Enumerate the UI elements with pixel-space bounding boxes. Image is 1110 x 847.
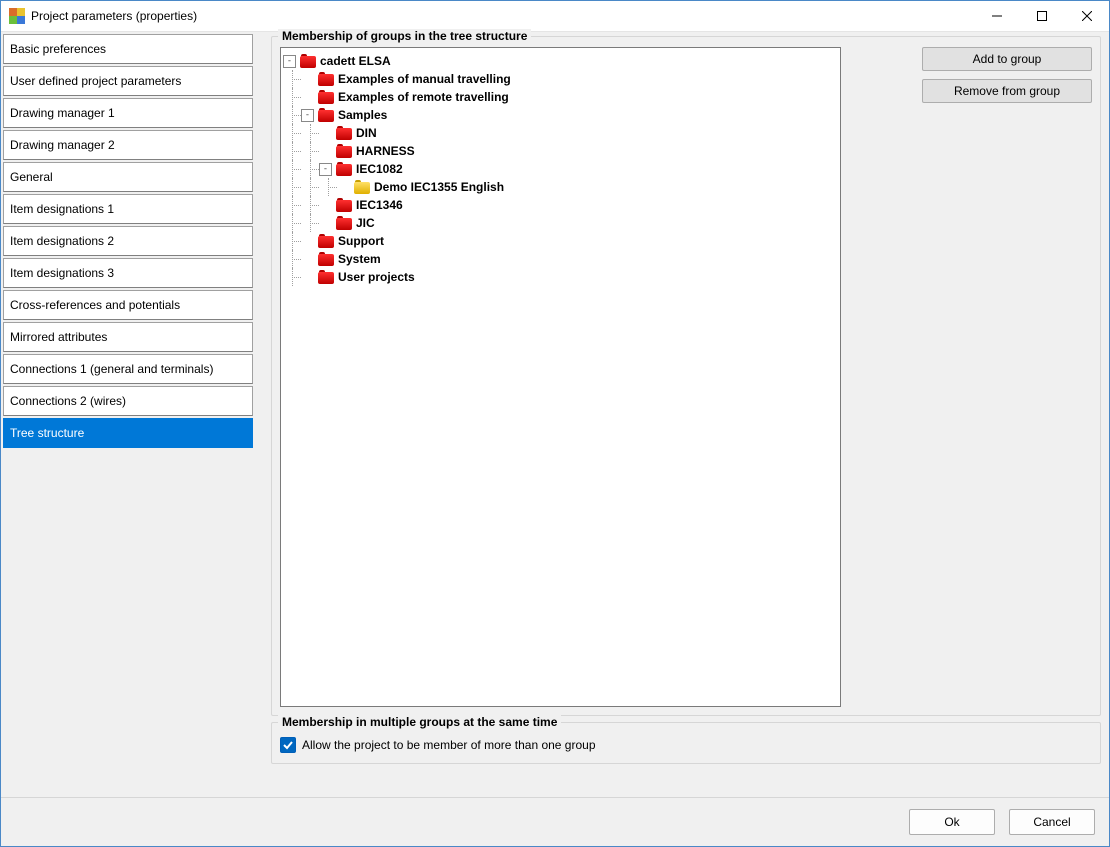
group-tree-membership: Membership of groups in the tree structu… xyxy=(271,36,1101,716)
allow-multi-checkbox[interactable] xyxy=(280,737,296,753)
folder-icon xyxy=(318,90,334,104)
collapse-icon[interactable]: - xyxy=(301,109,314,122)
app-icon xyxy=(9,8,25,24)
remove-from-group-button[interactable]: Remove from group xyxy=(922,79,1092,103)
main-panel: Membership of groups in the tree structu… xyxy=(255,32,1109,797)
tree-label: User projects xyxy=(338,270,415,284)
tree-label: IEC1346 xyxy=(356,198,403,212)
close-button[interactable] xyxy=(1064,1,1109,31)
folder-icon xyxy=(336,198,352,212)
collapse-icon[interactable]: - xyxy=(319,163,332,176)
folder-icon xyxy=(336,162,352,176)
tree-row[interactable]: Examples of remote travelling xyxy=(283,88,838,106)
title-bar: Project parameters (properties) xyxy=(1,1,1109,32)
tree-row[interactable]: HARNESS xyxy=(283,142,838,160)
folder-icon xyxy=(318,108,334,122)
sidebar-item[interactable]: Connections 2 (wires) xyxy=(3,386,253,416)
tree-label: Demo IEC1355 English xyxy=(374,180,504,194)
sidebar-item[interactable]: Item designations 1 xyxy=(3,194,253,224)
tree-action-buttons: Add to group Remove from group xyxy=(841,47,1092,111)
window-buttons xyxy=(974,1,1109,31)
client-area: Basic preferencesUser defined project pa… xyxy=(1,32,1109,846)
category-list: Basic preferencesUser defined project pa… xyxy=(1,32,255,797)
sidebar-item[interactable]: Tree structure xyxy=(3,418,253,448)
tree-row[interactable]: IEC1346 xyxy=(283,196,838,214)
tree-label: JIC xyxy=(356,216,375,230)
maximize-button[interactable] xyxy=(1019,1,1064,31)
group-tree[interactable]: - cadett ELSA Examples of manual travellin… xyxy=(280,47,841,707)
tree-row[interactable]: Support xyxy=(283,232,838,250)
tree-label: Examples of manual travelling xyxy=(338,72,511,86)
folder-icon xyxy=(354,180,370,194)
collapse-icon[interactable]: - xyxy=(283,55,296,68)
folder-icon xyxy=(318,72,334,86)
tree-label: HARNESS xyxy=(356,144,415,158)
sidebar-item[interactable]: Basic preferences xyxy=(3,34,253,64)
folder-icon xyxy=(336,216,352,230)
tree-row[interactable]: User projects xyxy=(283,268,838,286)
allow-multi-label: Allow the project to be member of more t… xyxy=(302,738,596,752)
sidebar-item[interactable]: User defined project parameters xyxy=(3,66,253,96)
group-tree-title: Membership of groups in the tree structu… xyxy=(278,29,531,43)
tree-label: Examples of remote travelling xyxy=(338,90,509,104)
tree-row[interactable]: Demo IEC1355 English xyxy=(283,178,838,196)
tree-row[interactable]: - cadett ELSA xyxy=(283,52,838,70)
sidebar-item[interactable]: Item designations 3 xyxy=(3,258,253,288)
sidebar-item[interactable]: General xyxy=(3,162,253,192)
sidebar-item[interactable]: Item designations 2 xyxy=(3,226,253,256)
upper-area: Basic preferencesUser defined project pa… xyxy=(1,32,1109,797)
dialog-project-parameters: Project parameters (properties) Basic pr… xyxy=(0,0,1110,847)
cancel-button[interactable]: Cancel xyxy=(1009,809,1095,835)
folder-icon xyxy=(318,252,334,266)
sidebar-item[interactable]: Cross-references and potentials xyxy=(3,290,253,320)
dialog-footer: Ok Cancel xyxy=(1,797,1109,846)
window-title: Project parameters (properties) xyxy=(31,9,974,23)
ok-button[interactable]: Ok xyxy=(909,809,995,835)
tree-row[interactable]: System xyxy=(283,250,838,268)
tree-row[interactable]: - Samples xyxy=(283,106,838,124)
allow-multi-row: Allow the project to be member of more t… xyxy=(280,737,1092,753)
tree-label: cadett ELSA xyxy=(320,54,391,68)
folder-icon xyxy=(336,126,352,140)
tree-row[interactable]: DIN xyxy=(283,124,838,142)
folder-icon xyxy=(318,234,334,248)
tree-row[interactable]: - IEC1082 xyxy=(283,160,838,178)
add-to-group-button[interactable]: Add to group xyxy=(922,47,1092,71)
folder-icon xyxy=(318,270,334,284)
tree-label: DIN xyxy=(356,126,377,140)
tree-label: Support xyxy=(338,234,384,248)
folder-icon xyxy=(336,144,352,158)
sidebar-item[interactable]: Mirrored attributes xyxy=(3,322,253,352)
tree-label: IEC1082 xyxy=(356,162,403,176)
sidebar-item[interactable]: Drawing manager 2 xyxy=(3,130,253,160)
tree-row[interactable]: JIC xyxy=(283,214,838,232)
sidebar-item[interactable]: Connections 1 (general and terminals) xyxy=(3,354,253,384)
group-multi-membership: Membership in multiple groups at the sam… xyxy=(271,722,1101,764)
tree-label: Samples xyxy=(338,108,387,122)
tree-area: - cadett ELSA Examples of manual travellin… xyxy=(280,47,1092,707)
minimize-button[interactable] xyxy=(974,1,1019,31)
folder-icon xyxy=(300,54,316,68)
group-multi-title: Membership in multiple groups at the sam… xyxy=(278,715,561,729)
tree-row[interactable]: Examples of manual travelling xyxy=(283,70,838,88)
tree-label: System xyxy=(338,252,381,266)
sidebar-item[interactable]: Drawing manager 1 xyxy=(3,98,253,128)
